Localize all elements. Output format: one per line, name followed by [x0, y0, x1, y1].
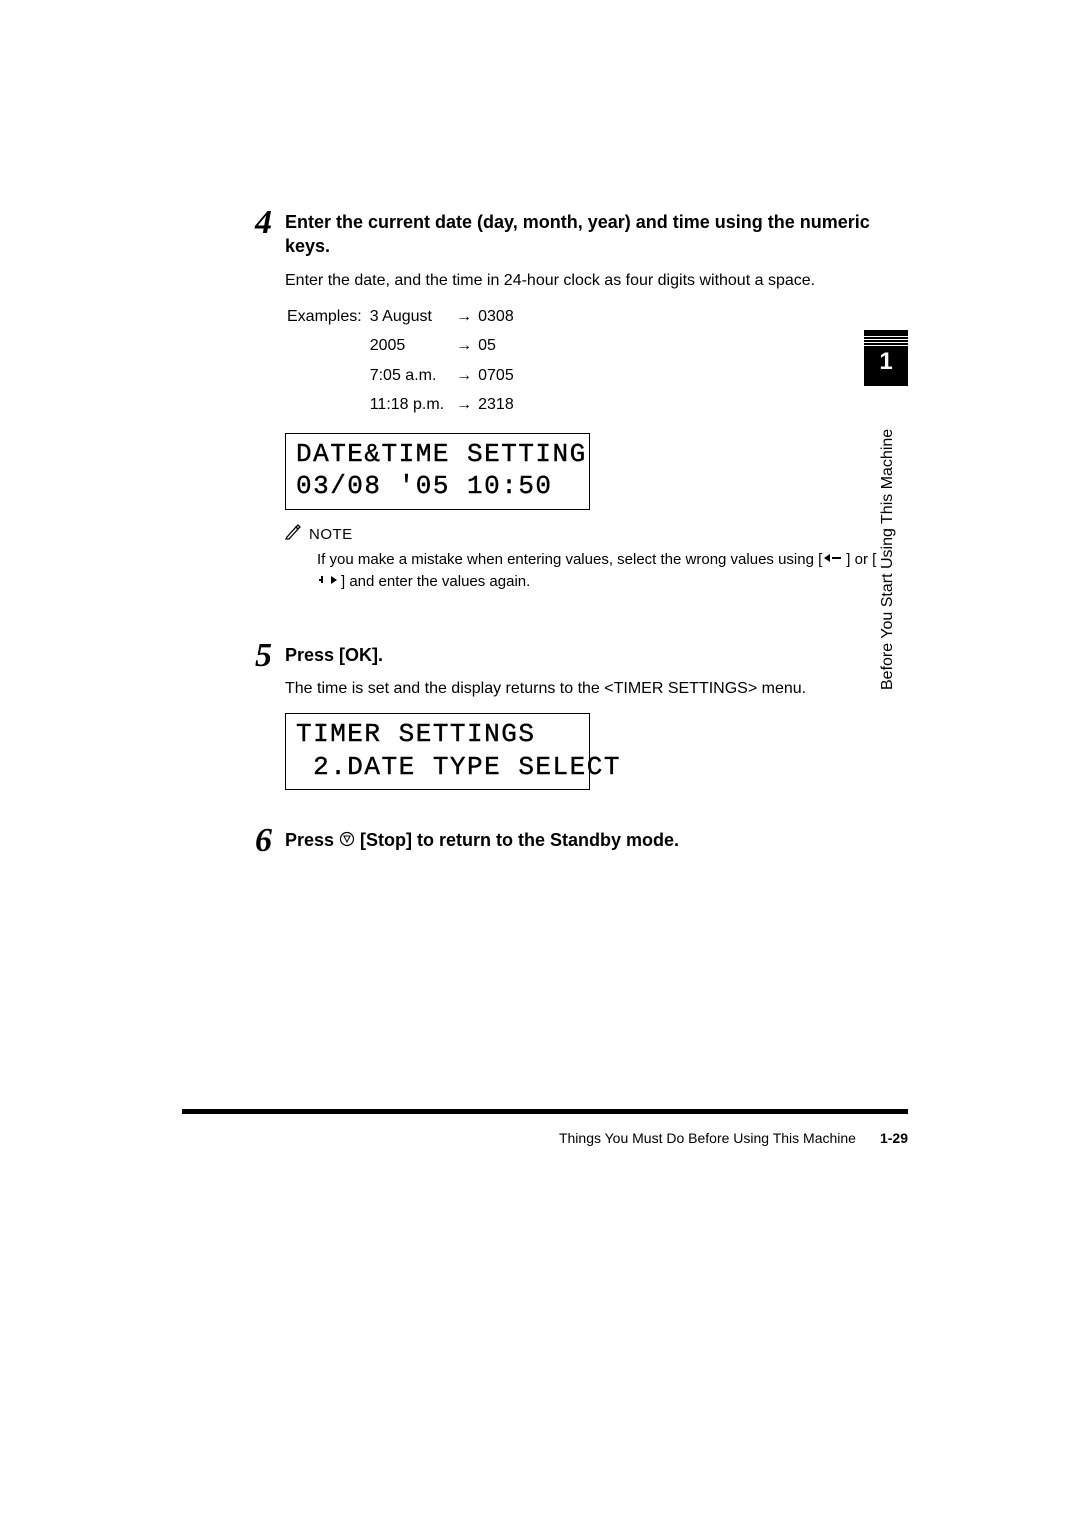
step-body: Press [OK]. The time is set and the disp…	[285, 643, 900, 804]
arrow-icon: →	[452, 391, 476, 419]
note-text: If you make a mistake when entering valu…	[317, 549, 900, 593]
note-label: NOTE	[309, 526, 353, 543]
lcd-line-1: TIMER SETTINGS	[296, 718, 579, 751]
step-body: Press [Stop] to return to the Standby mo…	[285, 828, 900, 863]
chapter-title-vertical: Before You Start Using This Machine	[879, 410, 897, 690]
table-row: 11:18 p.m. → 2318	[287, 391, 520, 419]
footer-rule	[182, 1109, 908, 1114]
step-title: Press [OK].	[285, 643, 900, 667]
arrow-icon: →	[452, 332, 476, 360]
stop-key-icon	[339, 829, 355, 853]
lcd-display: DATE&TIME SETTING 03/08 '05 10:50	[285, 433, 590, 510]
chapter-number: 1	[864, 348, 908, 376]
lcd-line-1: DATE&TIME SETTING	[296, 438, 579, 471]
page-number: 1-29	[880, 1130, 908, 1146]
step-number: 6	[255, 824, 285, 863]
tab-decor	[864, 336, 908, 346]
step-title: Press [Stop] to return to the Standby mo…	[285, 828, 900, 853]
right-key-icon	[317, 571, 341, 593]
note: NOTE If you make a mistake when entering…	[285, 524, 900, 593]
step-desc: The time is set and the display returns …	[285, 677, 900, 701]
step-body: Enter the current date (day, month, year…	[285, 210, 900, 619]
pencil-icon	[285, 524, 303, 545]
step-6: 6 Press [Stop] to return to the Standby …	[255, 828, 900, 863]
lcd-display: TIMER SETTINGS 2.DATE TYPE SELECT	[285, 713, 590, 790]
examples-label: Examples:	[287, 303, 368, 331]
left-key-icon	[822, 549, 846, 571]
table-row: 2005 → 05	[287, 332, 520, 360]
step-number: 4	[255, 206, 285, 619]
lcd-line-2: 03/08 '05 10:50	[296, 470, 579, 503]
arrow-icon: →	[452, 303, 476, 331]
footer-section: Things You Must Do Before Using This Mac…	[559, 1130, 856, 1146]
table-row: 7:05 a.m. → 0705	[287, 362, 520, 390]
step-desc: Enter the date, and the time in 24-hour …	[285, 269, 900, 293]
step-title: Enter the current date (day, month, year…	[285, 210, 900, 259]
step-number: 5	[255, 639, 285, 804]
footer: Things You Must Do Before Using This Mac…	[559, 1130, 908, 1146]
chapter-tab: 1	[864, 330, 908, 386]
lcd-line-2: 2.DATE TYPE SELECT	[296, 751, 579, 784]
arrow-icon: →	[452, 362, 476, 390]
examples-table: Examples: 3 August → 0308 2005 → 05 7:05…	[285, 301, 522, 421]
step-4: 4 Enter the current date (day, month, ye…	[255, 210, 900, 619]
table-row: Examples: 3 August → 0308	[287, 303, 520, 331]
step-5: 5 Press [OK]. The time is set and the di…	[255, 643, 900, 804]
